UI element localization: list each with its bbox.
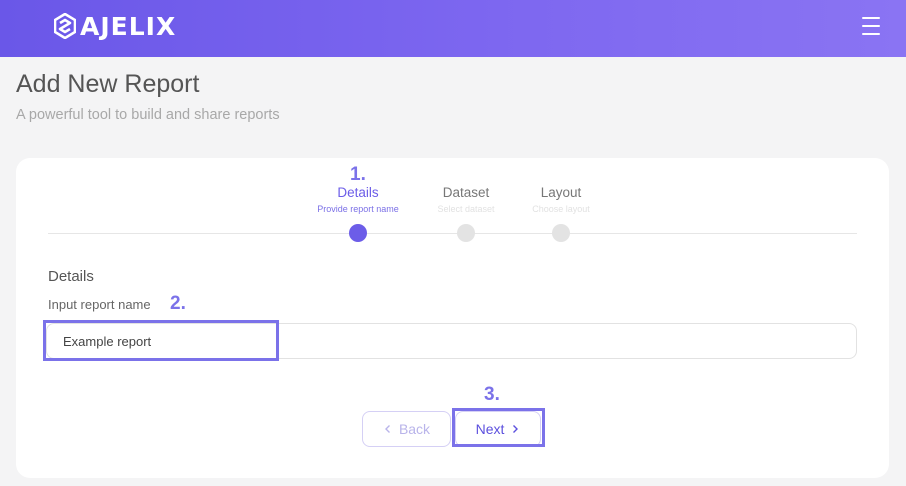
chevron-left-icon <box>384 425 390 433</box>
hamburger-menu-icon[interactable] <box>858 14 884 38</box>
stepper-track <box>48 233 857 234</box>
step-layout-title[interactable]: Layout <box>501 185 621 200</box>
section-heading: Details <box>48 268 94 285</box>
step-annotation-2: 2. <box>170 293 186 314</box>
report-name-input[interactable] <box>46 323 857 359</box>
chevron-right-icon <box>513 425 519 433</box>
page-title: Add New Report <box>16 70 200 98</box>
report-name-label: Input report name <box>48 297 151 312</box>
next-button-label: Next <box>475 421 505 437</box>
ajelix-logo-icon <box>54 13 76 39</box>
logo[interactable]: AJELIX <box>54 11 176 41</box>
page-subtitle: A powerful tool to build and share repor… <box>16 107 280 123</box>
top-bar: AJELIX <box>0 0 906 57</box>
step-layout-subtitle: Choose layout <box>532 204 590 214</box>
step-annotation-3: 3. <box>484 384 500 405</box>
step-details-subtitle: Provide report name <box>317 204 399 214</box>
back-button[interactable]: Back <box>362 411 451 447</box>
step-dot-dataset[interactable] <box>457 224 475 242</box>
step-dot-layout[interactable] <box>552 224 570 242</box>
report-wizard-card: 1. Details Provide report name Dataset S… <box>16 158 889 478</box>
step-details-title[interactable]: Details <box>298 185 418 200</box>
logo-text: AJELIX <box>80 11 177 41</box>
back-button-label: Back <box>398 421 431 437</box>
step-annotation-1: 1. <box>350 164 366 185</box>
step-dot-details[interactable] <box>349 224 367 242</box>
next-button[interactable]: Next <box>455 411 541 447</box>
